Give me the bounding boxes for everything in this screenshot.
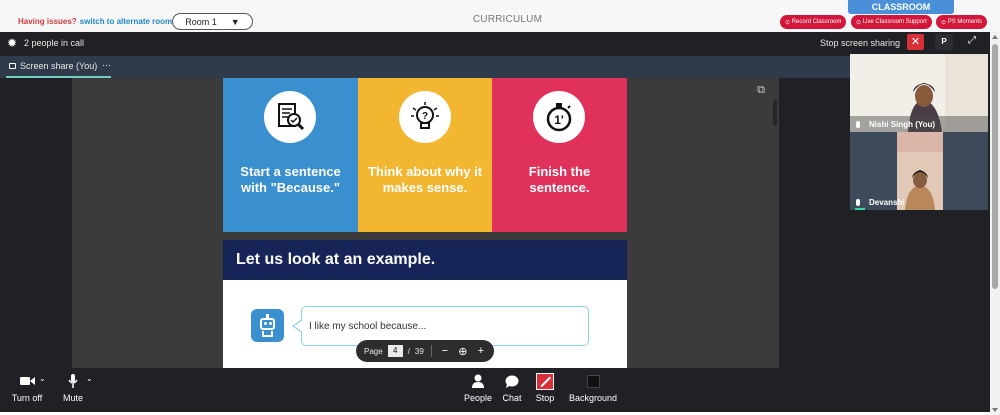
app-window: Having issues? switch to alternate room R… xyxy=(0,0,1000,415)
page-label: Page xyxy=(364,346,383,356)
step-text-2: Think about why it makes sense. xyxy=(367,164,483,195)
stop-share-icon xyxy=(532,372,558,390)
scroll-down-icon[interactable] xyxy=(992,408,998,412)
classroom-tab[interactable]: CLASSROOM xyxy=(848,0,954,14)
page-title: CURRICULUM xyxy=(472,14,543,25)
pager-divider xyxy=(430,345,432,357)
live-support-label: Live Classroom Support xyxy=(862,19,927,25)
document-search-icon xyxy=(264,91,316,143)
mic-options-chevron-icon[interactable]: ⌄ xyxy=(86,374,93,383)
stop-label: Stop xyxy=(535,393,555,403)
document-scrollbar[interactable] xyxy=(773,100,777,126)
screen-share-icon xyxy=(9,63,16,69)
participant-tile-you[interactable]: Nishi Singh (You) xyxy=(850,54,988,132)
svg-text:?: ? xyxy=(422,111,428,122)
people-label: People xyxy=(463,393,493,403)
participant-name-bar: Devanshi xyxy=(850,194,988,210)
page-scrollbar[interactable] xyxy=(990,32,1000,415)
participant-tile-devanshi[interactable]: Devanshi xyxy=(850,132,988,210)
chat-button[interactable]: Chat xyxy=(498,372,526,403)
example-header: Let us look at an example. xyxy=(223,240,627,280)
ps-moments-button[interactable]: ⊙ PS Moments xyxy=(936,15,988,29)
background-button[interactable]: Background xyxy=(566,372,620,403)
robot-icon xyxy=(251,309,284,342)
speech-bubble-text: I like my school because... xyxy=(309,321,427,332)
background-label: Background xyxy=(568,393,618,403)
chat-label: Chat xyxy=(502,393,522,403)
page-total: 39 xyxy=(414,346,424,356)
step-column-1: Start a sentence with "Because." xyxy=(223,78,358,232)
stopwatch-icon: 1' xyxy=(533,91,585,143)
step-text-1: Start a sentence with "Because." xyxy=(240,164,341,195)
ps-moments-label: PS Moments xyxy=(947,19,983,25)
step-column-2: ? Think about why it makes sense. xyxy=(358,78,492,232)
participant-name-devanshi: Devanshi xyxy=(869,197,905,207)
camera-label: Turn off xyxy=(11,393,43,403)
gear-icon[interactable]: ✹ xyxy=(7,37,19,49)
room-select-value: Room 1 xyxy=(185,16,217,27)
participant-name-you: Nishi Singh (You) xyxy=(869,119,936,129)
robot-head xyxy=(260,318,275,330)
camera-options-chevron-icon[interactable]: ⌄ xyxy=(39,374,46,383)
zoom-in-icon[interactable]: + xyxy=(476,345,486,357)
idea-bulb-icon: ? xyxy=(399,91,451,143)
page-navigator: Page 4 / 39 − ⊕ + xyxy=(356,340,494,362)
caret-down-icon: ▼ xyxy=(230,16,240,27)
scroll-thumb[interactable] xyxy=(992,44,998,289)
step-column-3: 1' Finish the sentence. xyxy=(492,78,627,232)
more-options-icon[interactable]: ··· xyxy=(102,60,111,70)
screen-share-label: Screen share (You) xyxy=(20,61,98,71)
scroll-up-icon[interactable] xyxy=(992,35,998,39)
presenter-button[interactable]: P xyxy=(935,34,953,50)
record-classroom-button[interactable]: ⊙ Record Classroom xyxy=(780,15,847,29)
robot-eye-right xyxy=(269,322,272,325)
person-icon xyxy=(460,372,496,390)
svg-text:1': 1' xyxy=(554,113,564,127)
live-support-button[interactable]: ⊙ Live Classroom Support xyxy=(851,15,932,29)
mic-icon xyxy=(856,198,860,206)
audio-level-indicator xyxy=(855,208,865,210)
stop-sharing-label: Stop screen sharing xyxy=(820,38,901,48)
screen-share-bar xyxy=(0,56,850,78)
robot-body xyxy=(262,331,273,337)
step-text-3: Finish the sentence. xyxy=(528,164,591,195)
participant-name-bar: Nishi Singh (You) xyxy=(850,116,988,132)
issue-notice: Having issues? switch to alternate room xyxy=(18,17,172,26)
microphone-icon xyxy=(58,372,88,390)
mic-button[interactable]: Mute xyxy=(58,372,88,403)
zoom-out-icon[interactable]: − xyxy=(440,345,450,357)
mic-label: Mute xyxy=(62,393,83,403)
alternate-room-link[interactable]: switch to alternate room xyxy=(80,17,172,26)
close-icon: ✕ xyxy=(910,36,921,48)
speech-bubble-tail-inner xyxy=(294,320,303,332)
mic-icon xyxy=(856,120,860,128)
background-icon xyxy=(566,372,620,390)
people-button[interactable]: People xyxy=(460,372,496,403)
robot-eye-left xyxy=(264,322,267,325)
example-title: Let us look at an example. xyxy=(236,251,436,268)
chat-bubble-icon xyxy=(498,372,526,390)
page-number-input[interactable]: 4 xyxy=(387,345,403,357)
screen-share-tab[interactable]: Screen share (You) xyxy=(9,61,97,71)
stop-sharing-button[interactable]: ✕ xyxy=(907,34,924,50)
people-count: 2 people in call xyxy=(24,38,85,48)
room-select[interactable]: Room 1 ▼ xyxy=(172,13,253,30)
stop-share-button[interactable]: Stop xyxy=(532,372,558,403)
issue-text: Having issues? xyxy=(18,17,77,26)
open-external-icon[interactable]: ⧉ xyxy=(753,84,769,100)
zoom-icon[interactable]: ⊕ xyxy=(458,345,468,358)
slide-steps: Start a sentence with "Because." ? Think… xyxy=(223,78,627,232)
page-separator: / xyxy=(407,346,410,356)
record-classroom-label: Record Classroom xyxy=(791,19,842,25)
fullscreen-icon[interactable]: ⤢ xyxy=(964,35,980,49)
